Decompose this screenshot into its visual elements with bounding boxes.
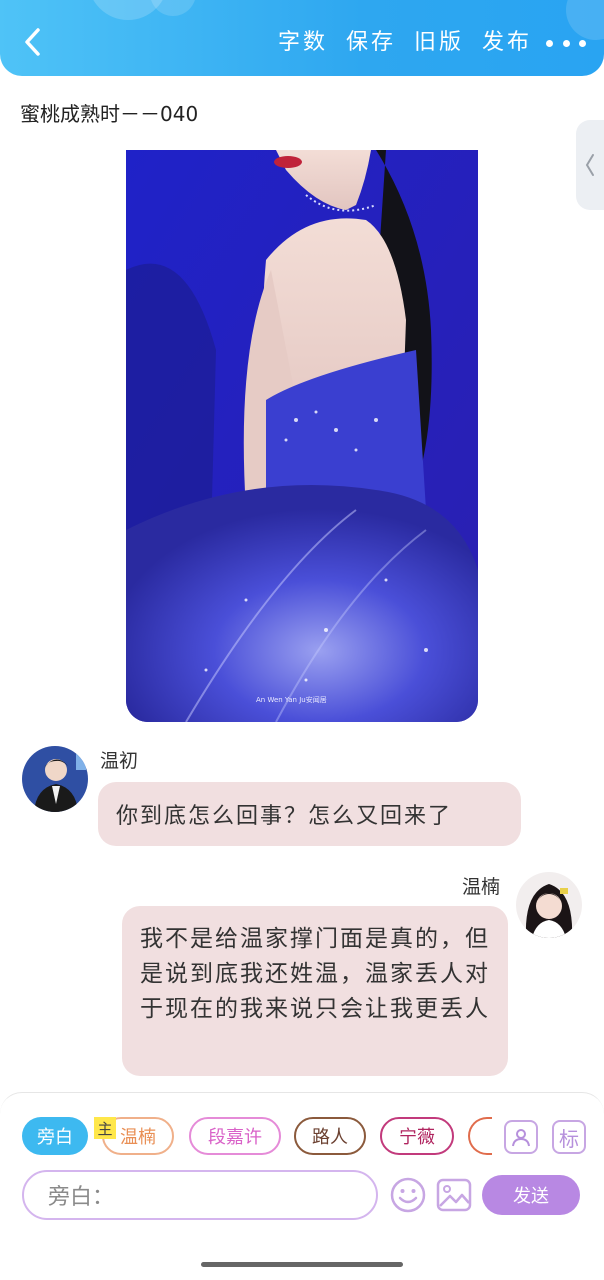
header-actions: 字数 保存 旧版 发布	[278, 24, 532, 56]
story-image[interactable]: An Wen Yan Ju安闻居	[126, 150, 478, 722]
more-button[interactable]	[546, 28, 586, 58]
label-button[interactable]: 标	[552, 1120, 586, 1154]
save-button[interactable]: 保存	[346, 24, 396, 56]
emoji-button[interactable]	[390, 1177, 426, 1213]
message-input[interactable]: 旁白：	[22, 1170, 378, 1220]
back-button[interactable]	[18, 26, 46, 58]
decorative-bubble	[150, 0, 196, 16]
smile-icon	[390, 1177, 426, 1213]
role-chip-duan-jiaxu[interactable]: 段嘉许	[189, 1117, 281, 1155]
role-chip-narrator[interactable]: 旁白	[22, 1117, 88, 1155]
message-bubble[interactable]: 我不是给温家撑门面是真的，但是说到底我还姓温，温家丢人对于现在的我来说只会让我更…	[122, 906, 508, 1076]
message-bubble[interactable]: 你到底怎么回事？怎么又回来了	[98, 782, 521, 846]
word-count-button[interactable]: 字数	[278, 24, 328, 56]
story-title: 蜜桃成熟时－－040	[20, 102, 199, 126]
image-upload-button[interactable]	[436, 1178, 472, 1212]
avatar-wen-nan[interactable]	[516, 872, 582, 938]
role-manage-button[interactable]	[504, 1120, 538, 1154]
image-icon	[436, 1178, 472, 1212]
chevron-left-icon	[25, 28, 40, 56]
publish-button[interactable]: 发布	[482, 24, 532, 56]
main-role-badge: 主	[94, 1117, 116, 1139]
avatar-wen-chu[interactable]	[22, 746, 88, 812]
speaker-name: 温初	[100, 750, 139, 772]
chevron-left-icon	[585, 154, 594, 176]
role-chip-passerby[interactable]: 路人	[294, 1117, 366, 1155]
home-indicator[interactable]	[201, 1262, 403, 1267]
more-icon	[546, 39, 553, 47]
top-bar: 字数 保存 旧版 发布	[0, 0, 604, 76]
speaker-name: 温楠	[462, 876, 501, 898]
image-watermark: An Wen Yan Ju安闻居	[256, 695, 327, 704]
side-drawer-handle[interactable]	[576, 120, 604, 210]
role-manage-icon	[512, 1129, 530, 1147]
send-button[interactable]: 发送	[482, 1175, 580, 1215]
role-chip-ning-wei[interactable]: 宁薇	[380, 1117, 454, 1155]
old-version-button[interactable]: 旧版	[414, 24, 464, 56]
